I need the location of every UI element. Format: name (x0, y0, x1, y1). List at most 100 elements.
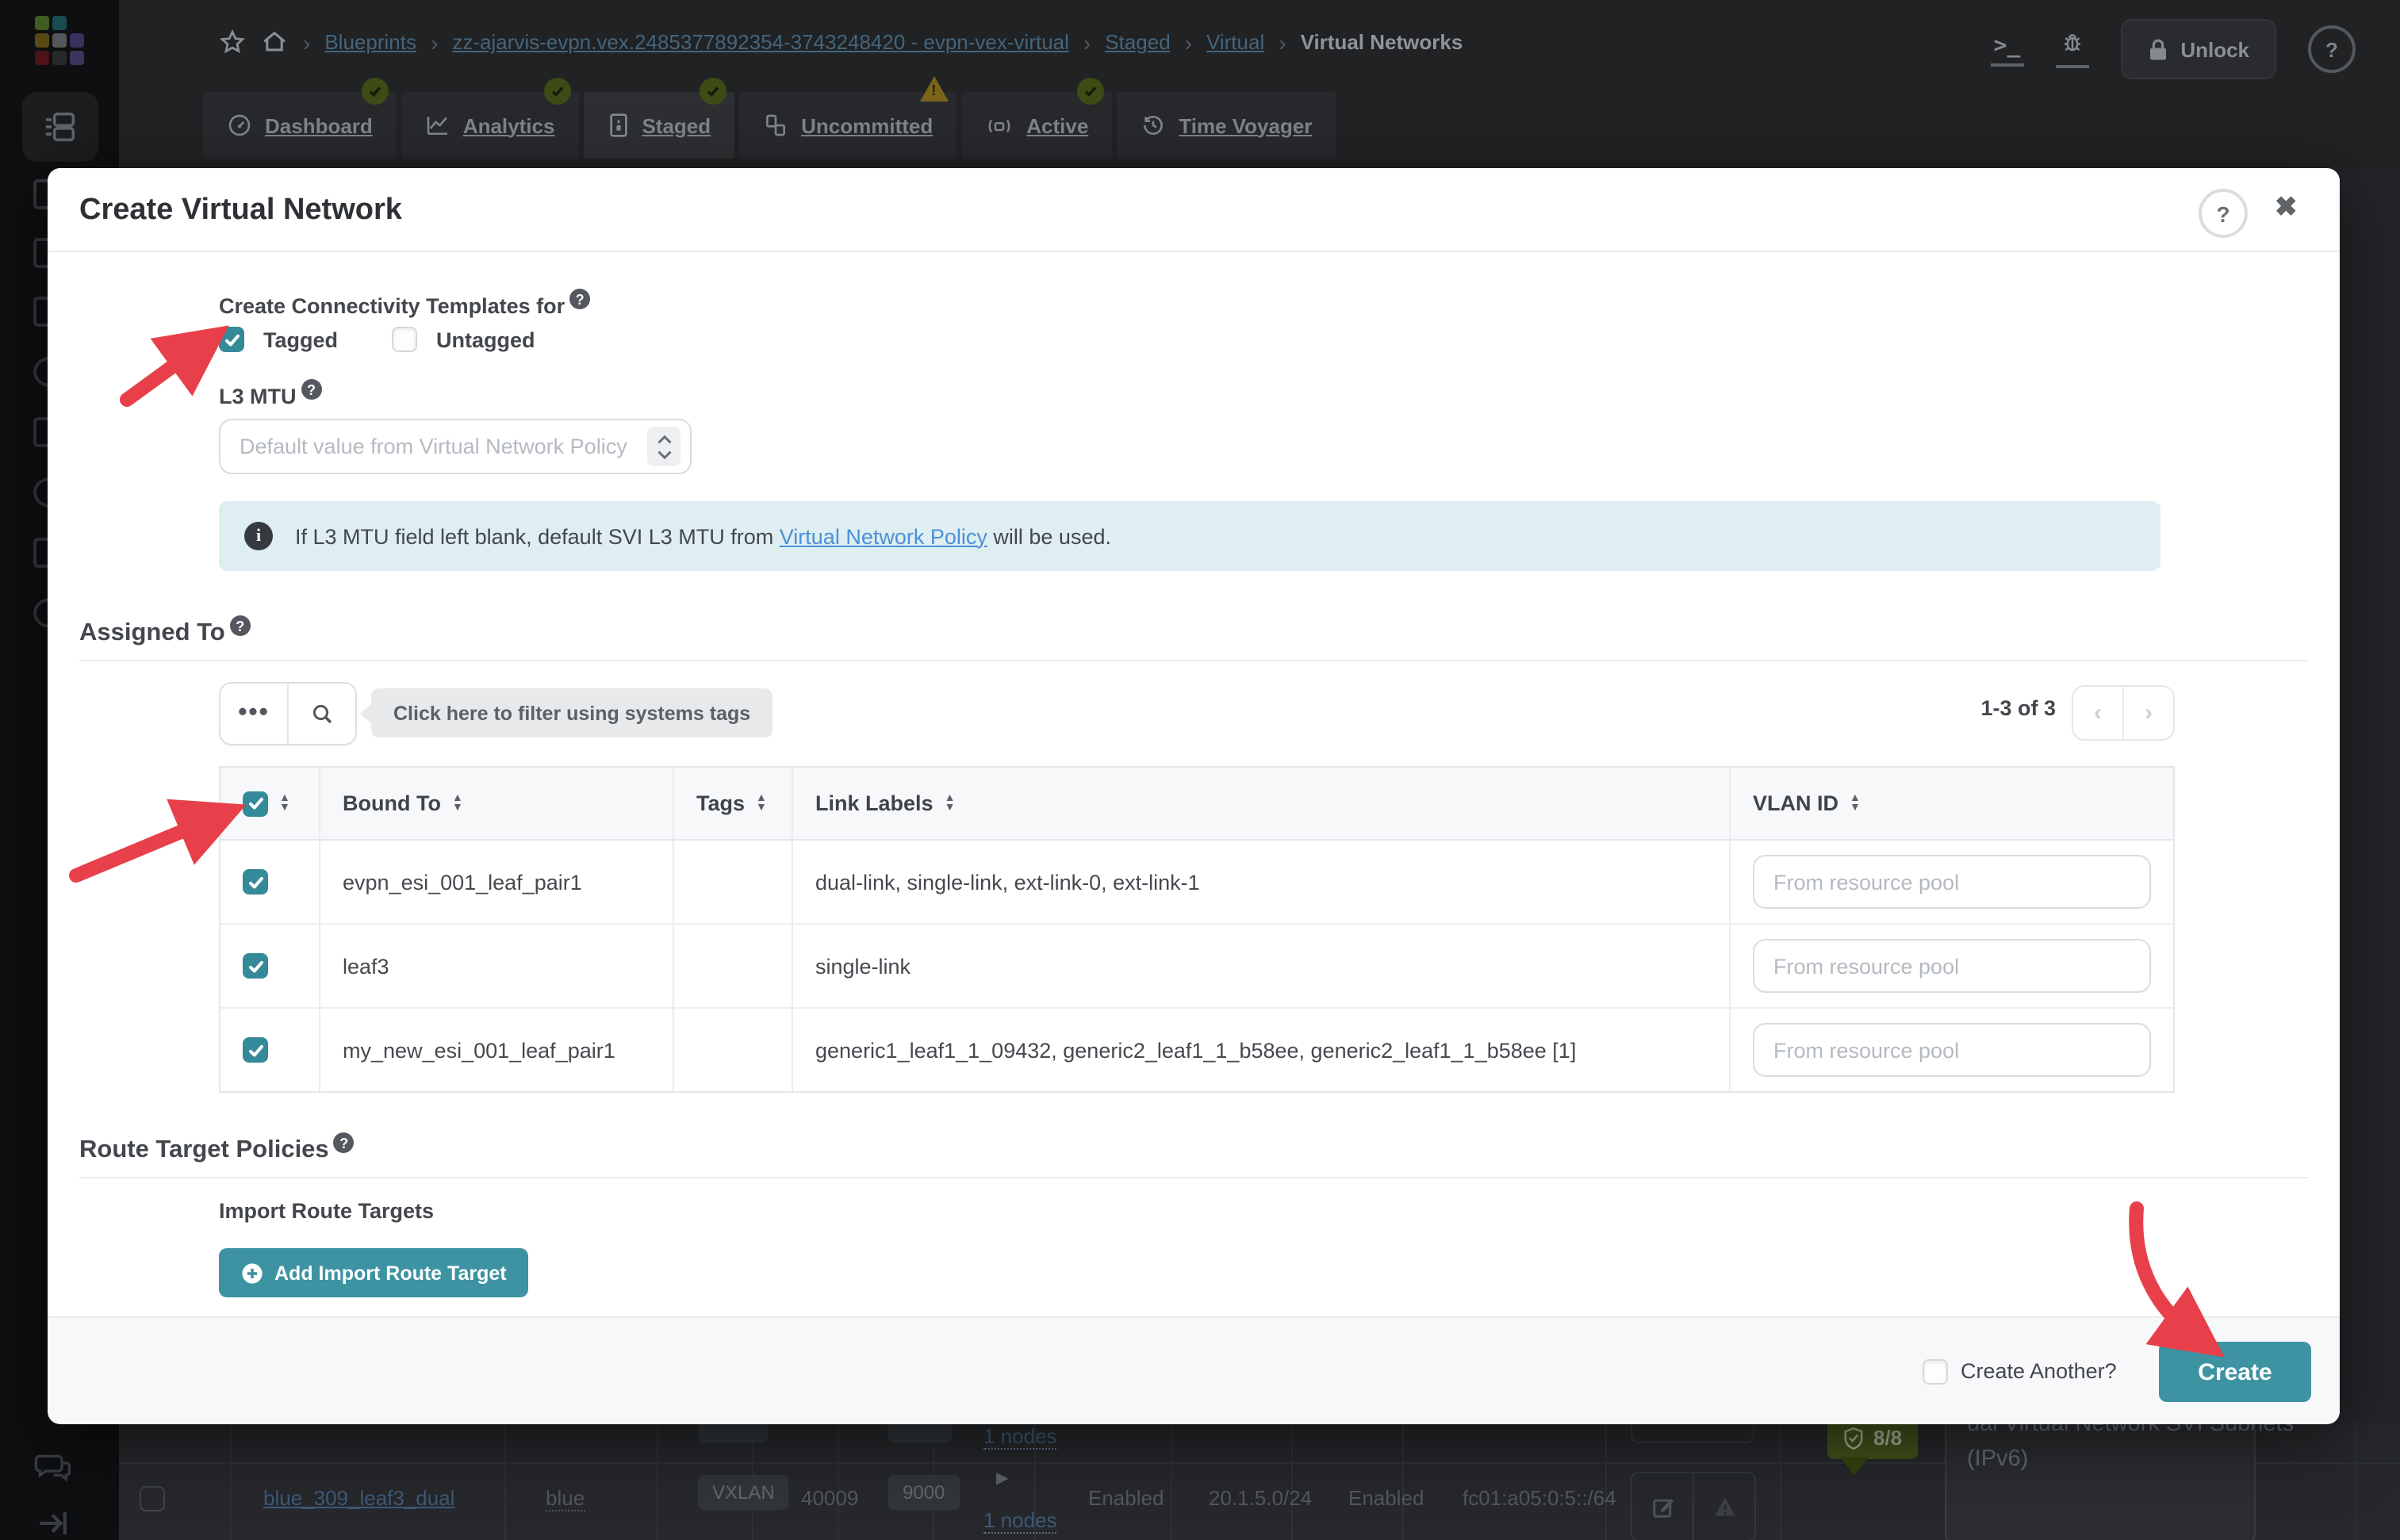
tab-dashboard[interactable]: Dashboard (203, 92, 397, 159)
help-icon[interactable]: ? (230, 615, 251, 636)
terminal-icon[interactable]: >_ (1991, 33, 2024, 66)
tagged-label: Tagged (263, 328, 338, 351)
row-checkbox[interactable] (243, 953, 268, 979)
tab-status-warning-icon: ! (920, 76, 949, 102)
tab-staged[interactable]: Staged (583, 92, 734, 159)
virtual-network-policy-link[interactable]: Virtual Network Policy (780, 524, 987, 548)
shield-check-icon (1843, 1427, 1864, 1449)
vn-vni: 40009 (801, 1486, 858, 1510)
banner-text: If L3 MTU field left blank, default SVI … (295, 524, 1111, 548)
tab-uncommitted[interactable]: Uncommitted ! (739, 92, 957, 159)
dashboard-icon (227, 113, 252, 138)
create-another-checkbox[interactable] (1923, 1359, 1948, 1385)
add-import-route-target-button[interactable]: Add Import Route Target (219, 1248, 529, 1297)
modal-footer: Create Another? Create (48, 1316, 2340, 1424)
link-labels-cell: generic1_leaf1_1_09432, generic2_leaf1_1… (793, 1009, 1729, 1091)
sort-icon: ▲▼ (1850, 794, 1861, 813)
pagination-label: 1-3 of 3 (1919, 696, 2056, 720)
vn-name-link[interactable]: blue_309_leaf3_dual (263, 1486, 454, 1510)
clipped-action-box (1631, 1423, 1754, 1443)
breadcrumb-blueprints[interactable]: Blueprints (324, 30, 416, 54)
create-button[interactable]: Create (2159, 1342, 2311, 1402)
row-checkbox[interactable] (243, 869, 268, 895)
untagged-checkbox[interactable] (392, 327, 417, 352)
expand-caret-icon[interactable]: ▶ (996, 1470, 1008, 1488)
analytics-icon (425, 113, 450, 138)
untagged-label: Untagged (436, 328, 535, 351)
chevron-up-icon (656, 434, 672, 445)
uncommitted-icon (763, 113, 788, 138)
vn-type-badge: VXLAN (698, 1475, 789, 1510)
sort-icon: ▲▼ (452, 794, 463, 813)
help-icon[interactable]: ? (569, 289, 590, 309)
breadcrumb-blueprint-name[interactable]: zz-ajarvis-evpn.vex.2485377892354-374324… (452, 30, 1069, 54)
chat-icon[interactable] (33, 1450, 71, 1484)
info-icon: i (244, 522, 273, 550)
sort-icon[interactable]: ▲▼ (279, 794, 290, 813)
star-icon[interactable] (219, 29, 246, 56)
row-checkbox[interactable] (140, 1486, 165, 1511)
tab-time-voyager[interactable]: Time Voyager (1117, 92, 1336, 159)
breadcrumb-staged[interactable]: Staged (1105, 30, 1170, 54)
time-voyager-icon (1141, 113, 1166, 138)
bound-to-cell: evpn_esi_001_leaf_pair1 (320, 841, 673, 923)
vlan-id-input[interactable] (1753, 1023, 2151, 1077)
connectivity-heading: Create Connectivity Templates for? (219, 289, 590, 318)
sort-icon: ▲▼ (756, 794, 767, 813)
column-header-vlan-id[interactable]: VLAN ID▲▼ (1731, 768, 2173, 839)
tab-status-check-icon (362, 78, 389, 105)
vn-ipv6-status: Enabled (1348, 1486, 1424, 1510)
help-circle-icon[interactable]: ? (2308, 25, 2356, 73)
more-options-icon[interactable]: ••• (220, 684, 287, 744)
tags-cell (674, 1009, 792, 1091)
row-checkbox[interactable] (243, 1037, 268, 1063)
table-header-row: ▲▼ Bound To▲▼ Tags▲▼ Link Labels▲▼ VLAN … (220, 768, 2173, 841)
breadcrumb-virtual[interactable]: Virtual (1206, 30, 1264, 54)
unlock-button[interactable]: Unlock (2120, 19, 2276, 79)
tab-status-check-icon (700, 78, 727, 105)
vlan-id-input[interactable] (1753, 855, 2151, 909)
l3-mtu-label: L3 MTU? (219, 379, 322, 408)
column-header-link-labels[interactable]: Link Labels▲▼ (793, 768, 1729, 839)
vn-nodes-link[interactable]: 1 nodes (983, 1508, 1057, 1534)
table-toolbar: ••• (219, 682, 357, 745)
vn-description[interactable]: blue (546, 1486, 585, 1511)
modal-close-icon[interactable]: ✖ (2275, 192, 2298, 224)
unlock-label: Unlock (2180, 37, 2249, 61)
vn-ipv4-status: Enabled (1088, 1486, 1164, 1510)
modal-help-icon[interactable]: ? (2199, 189, 2248, 238)
chevron-down-icon (656, 448, 672, 459)
link-labels-cell: single-link (793, 925, 1729, 1007)
prev-page-icon[interactable]: ‹ (2073, 687, 2122, 739)
filter-hint-bubble[interactable]: Click here to filter using systems tags (371, 688, 773, 737)
blueprints-icon (43, 111, 78, 143)
logout-icon[interactable] (35, 1507, 70, 1540)
sidebar-item-blueprints[interactable] (22, 92, 98, 162)
edit-icon[interactable] (1632, 1473, 1693, 1540)
tab-analytics[interactable]: Analytics (401, 92, 579, 159)
l3-mtu-input[interactable] (219, 419, 692, 474)
screen: › Blueprints › zz-ajarvis-evpn.vex.24853… (0, 0, 2400, 1540)
search-icon[interactable] (287, 684, 355, 744)
tab-active[interactable]: Active (961, 92, 1112, 159)
plus-circle-icon (241, 1262, 263, 1284)
number-stepper[interactable] (647, 427, 681, 466)
breadcrumb-current: Virtual Networks (1301, 30, 1463, 54)
clipped-badge (698, 1423, 768, 1443)
blueprint-tabs: Dashboard Analytics Staged Uncommitted !… (203, 92, 1336, 159)
column-header-bound-to[interactable]: Bound To▲▼ (320, 768, 673, 839)
tagged-checkbox[interactable] (219, 327, 244, 352)
bug-icon[interactable] (2055, 30, 2088, 68)
column-header-tags[interactable]: Tags▲▼ (674, 768, 792, 839)
clipped-badge (888, 1423, 952, 1443)
help-icon[interactable]: ? (334, 1132, 355, 1153)
prev-row-nodes-link[interactable]: 1 nodes (983, 1424, 1057, 1450)
home-icon[interactable] (260, 29, 289, 56)
vlan-id-input[interactable] (1753, 939, 2151, 993)
next-page-icon[interactable]: › (2122, 687, 2173, 739)
lock-icon (2147, 37, 2168, 61)
table-row: evpn_esi_001_leaf_pair1 dual-link, singl… (220, 841, 2173, 925)
select-all-checkbox[interactable] (243, 791, 268, 816)
import-route-targets-label: Import Route Targets (219, 1199, 434, 1223)
help-icon[interactable]: ? (301, 379, 322, 400)
